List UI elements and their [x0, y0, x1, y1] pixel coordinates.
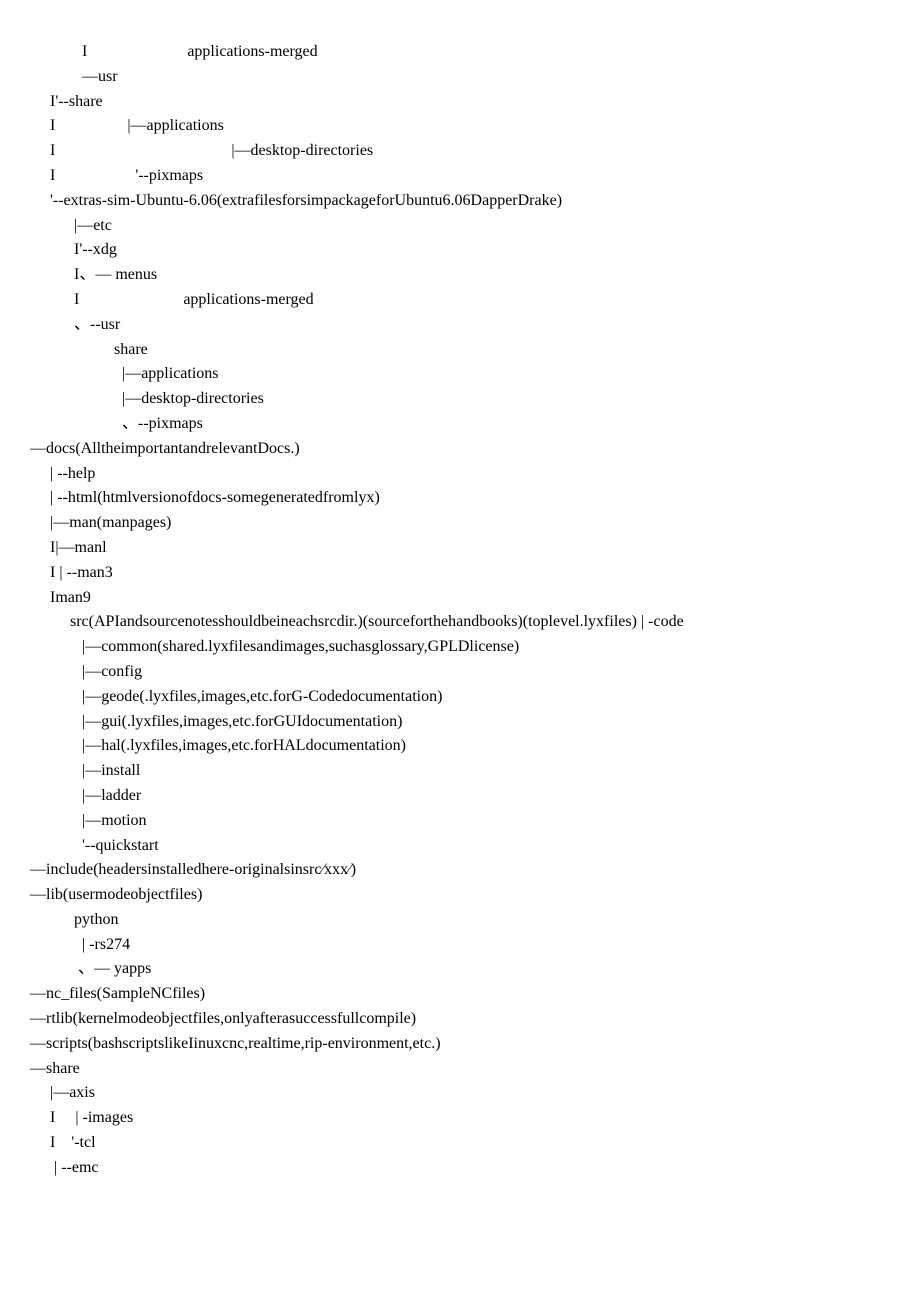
tree-line: I | -images — [30, 1106, 890, 1131]
tree-line: I '--pixmaps — [30, 164, 890, 189]
tree-line: 、— yapps — [30, 957, 890, 982]
tree-line: |—install — [30, 759, 890, 784]
tree-line: I '-tcl — [30, 1131, 890, 1156]
tree-line: |—common(shared.lyxfilesandimages,suchas… — [30, 635, 890, 660]
tree-line: |—motion — [30, 809, 890, 834]
tree-line: |—ladder — [30, 784, 890, 809]
tree-line: I'--xdg — [30, 238, 890, 263]
tree-line: | --help — [30, 462, 890, 487]
tree-line: Iman9 — [30, 586, 890, 611]
tree-line: |—hal(.lyxfiles,images,etc.forHALdocumen… — [30, 734, 890, 759]
tree-line: | --html(htmlversionofdocs-somegenerated… — [30, 486, 890, 511]
tree-line: share — [30, 338, 890, 363]
tree-line: python — [30, 908, 890, 933]
tree-line: I|—manl — [30, 536, 890, 561]
tree-line: |—man(manpages) — [30, 511, 890, 536]
tree-line: 、--usr — [30, 313, 890, 338]
tree-line: I、— menus — [30, 263, 890, 288]
tree-line: —lib(usermodeobjectfiles) — [30, 883, 890, 908]
tree-line: | --emc — [30, 1156, 890, 1181]
tree-line: |—applications — [30, 362, 890, 387]
tree-line: I |—desktop-directories — [30, 139, 890, 164]
tree-line: |—geode(.lyxfiles,images,etc.forG-Codedo… — [30, 685, 890, 710]
tree-line: —scripts(bashscriptslikeIinuxcnc,realtim… — [30, 1032, 890, 1057]
tree-line: |—gui(.lyxfiles,images,etc.forGUIdocumen… — [30, 710, 890, 735]
tree-line: I applications-merged — [30, 40, 890, 65]
directory-tree: I applications-merged —usr I'--share I |… — [30, 40, 890, 1181]
tree-line: —include(headersinstalledhere-originalsi… — [30, 858, 890, 883]
tree-line: —docs(AlltheimportantandrelevantDocs.) — [30, 437, 890, 462]
tree-line: 、--pixmaps — [30, 412, 890, 437]
tree-line: src(APIandsourcenotesshouldbeineachsrcdi… — [30, 610, 890, 635]
tree-line: |—desktop-directories — [30, 387, 890, 412]
tree-line: I'--share — [30, 90, 890, 115]
tree-line: —usr — [30, 65, 890, 90]
tree-line: —nc_files(SampleNCfiles) — [30, 982, 890, 1007]
tree-line: I | --man3 — [30, 561, 890, 586]
tree-line: |—etc — [30, 214, 890, 239]
tree-line: |—config — [30, 660, 890, 685]
tree-line: '--quickstart — [30, 834, 890, 859]
tree-line: I |—applications — [30, 114, 890, 139]
tree-line: | -rs274 — [30, 933, 890, 958]
tree-line: I applications-merged — [30, 288, 890, 313]
tree-line: —share — [30, 1057, 890, 1082]
tree-line: —rtlib(kernelmodeobjectfiles,onlyafteras… — [30, 1007, 890, 1032]
tree-line: |—axis — [30, 1081, 890, 1106]
tree-line: '--extras-sim-Ubuntu-6.06(extrafilesfors… — [30, 189, 890, 214]
